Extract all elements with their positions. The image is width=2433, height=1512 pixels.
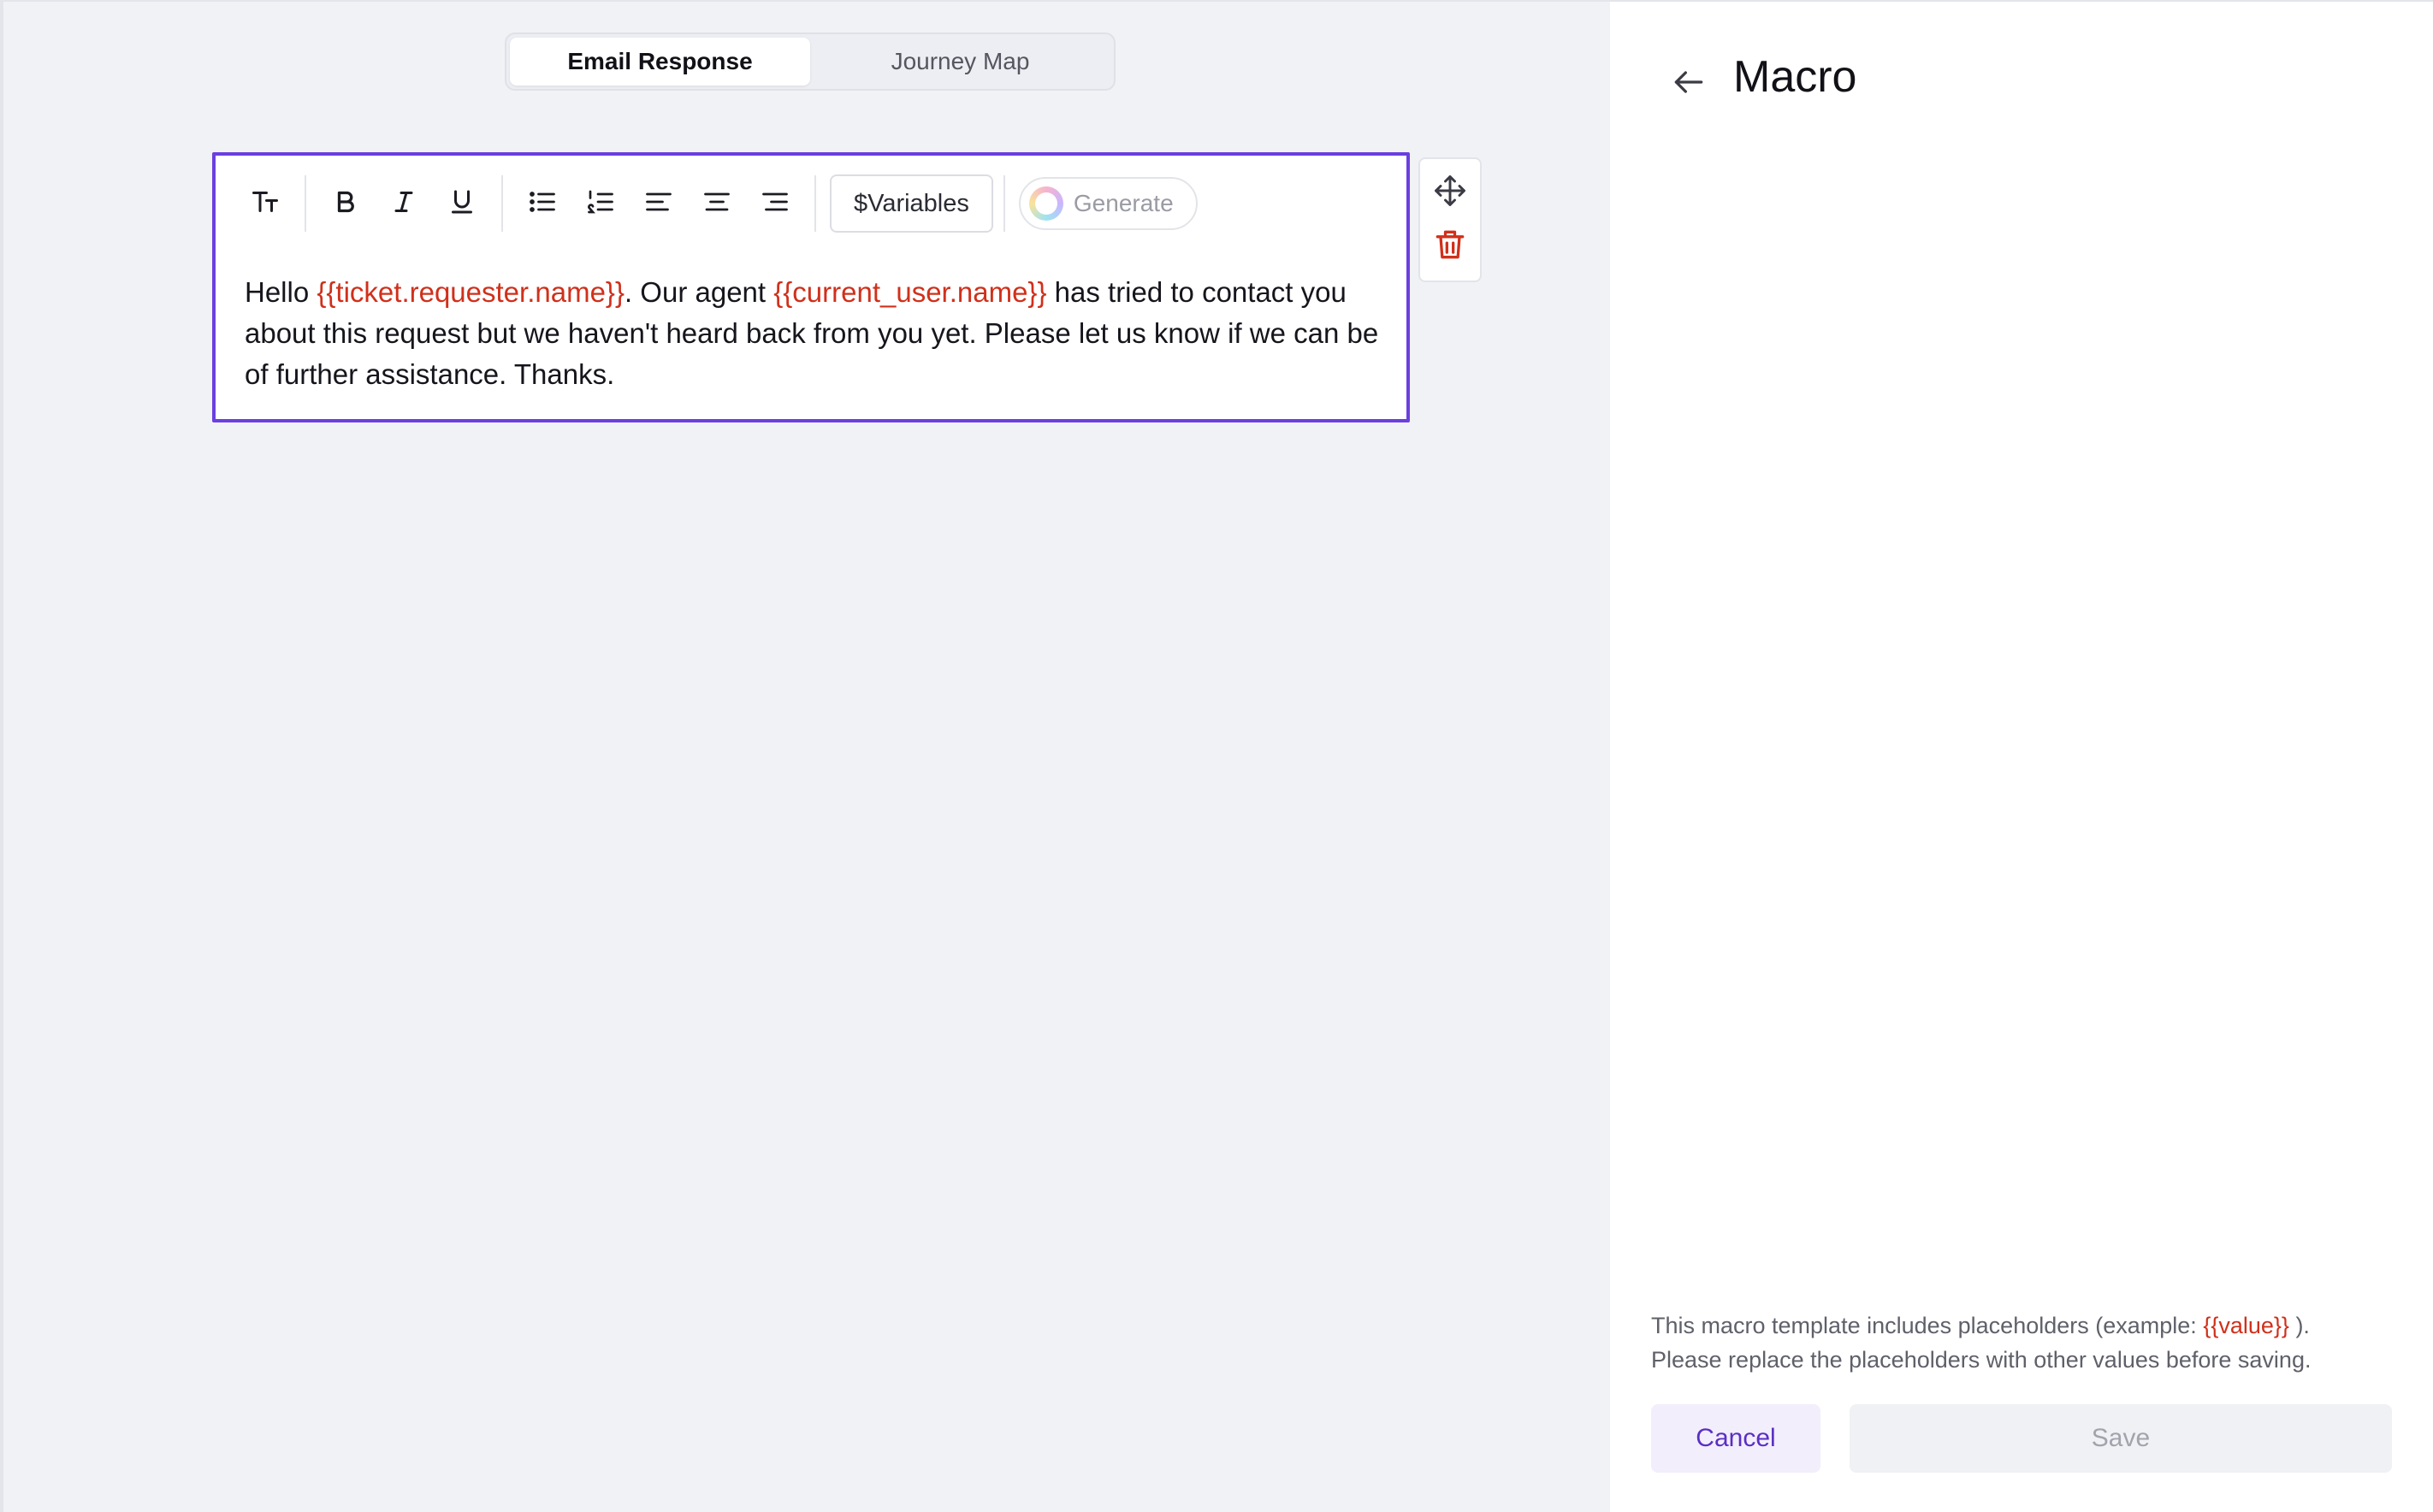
panel-title: Macro (1733, 52, 1857, 102)
numbered-list-icon (585, 186, 616, 221)
tab-journey-map[interactable]: Journey Map (810, 38, 1110, 86)
bullet-list-icon (527, 186, 558, 221)
toolbar-divider (305, 175, 306, 232)
text-size-icon (250, 186, 281, 221)
align-left-icon (643, 186, 674, 221)
app: Email Response Journey Map $Variables Ge… (0, 0, 2433, 1512)
ai-ring-icon (1028, 186, 1063, 221)
underline-icon (447, 186, 477, 221)
editor-toolbar: $Variables Generate (236, 173, 1382, 234)
text-size-button[interactable] (236, 180, 294, 227)
tab-email-response[interactable]: Email Response (510, 38, 810, 86)
align-center-button[interactable] (688, 180, 746, 227)
macro-panel: Macro This macro template includes place… (1610, 0, 2433, 1512)
notice-placeholder-example: {{value}} (2203, 1313, 2289, 1338)
bullet-list-button[interactable] (513, 180, 571, 227)
bold-button[interactable] (317, 180, 375, 227)
toolbar-divider (1003, 175, 1005, 232)
email-editor: $Variables Generate Hello {{ticket.reque… (212, 152, 1410, 422)
back-button[interactable] (1665, 60, 1713, 108)
notice-line-2: Please replace the placeholders with oth… (1651, 1347, 2312, 1373)
placeholder-notice: This macro template includes placeholder… (1651, 1308, 2404, 1377)
generate-button[interactable]: Generate (1018, 177, 1198, 230)
generate-label: Generate (1073, 190, 1174, 216)
notice-text: ). (2288, 1313, 2310, 1338)
toolbar-divider (501, 175, 503, 232)
view-switcher: Email Response Journey Map (505, 32, 1116, 91)
bold-icon (330, 186, 361, 221)
notice-line-1: This macro template includes placeholder… (1651, 1308, 2404, 1343)
variables-button[interactable]: $Variables (830, 174, 993, 233)
arrow-left-icon (1670, 63, 1708, 105)
cancel-button[interactable]: Cancel (1651, 1404, 1820, 1473)
align-center-icon (701, 186, 732, 221)
numbered-list-button[interactable] (571, 180, 630, 227)
placeholder-token: {{ticket.requester.name}} (317, 276, 625, 308)
block-actions (1418, 157, 1482, 282)
body-text: . Our agent (624, 276, 774, 308)
underline-button[interactable] (433, 180, 491, 227)
canvas: Email Response Journey Map $Variables Ge… (0, 0, 1610, 1512)
move-button[interactable] (1430, 172, 1471, 213)
align-right-button[interactable] (746, 180, 804, 227)
italic-button[interactable] (375, 180, 433, 227)
email-body-text[interactable]: Hello {{ticket.requester.name}}. Our age… (245, 272, 1391, 395)
body-text: Hello (245, 276, 317, 308)
placeholder-token: {{current_user.name}} (773, 276, 1047, 308)
italic-icon (388, 186, 419, 221)
align-right-icon (760, 186, 790, 221)
delete-button[interactable] (1430, 227, 1471, 268)
move-icon (1431, 172, 1469, 214)
align-left-button[interactable] (630, 180, 688, 227)
trash-icon (1431, 226, 1469, 268)
notice-text: This macro template includes placeholder… (1651, 1313, 2204, 1338)
toolbar-divider (814, 175, 816, 232)
save-button[interactable]: Save (1850, 1404, 2392, 1473)
